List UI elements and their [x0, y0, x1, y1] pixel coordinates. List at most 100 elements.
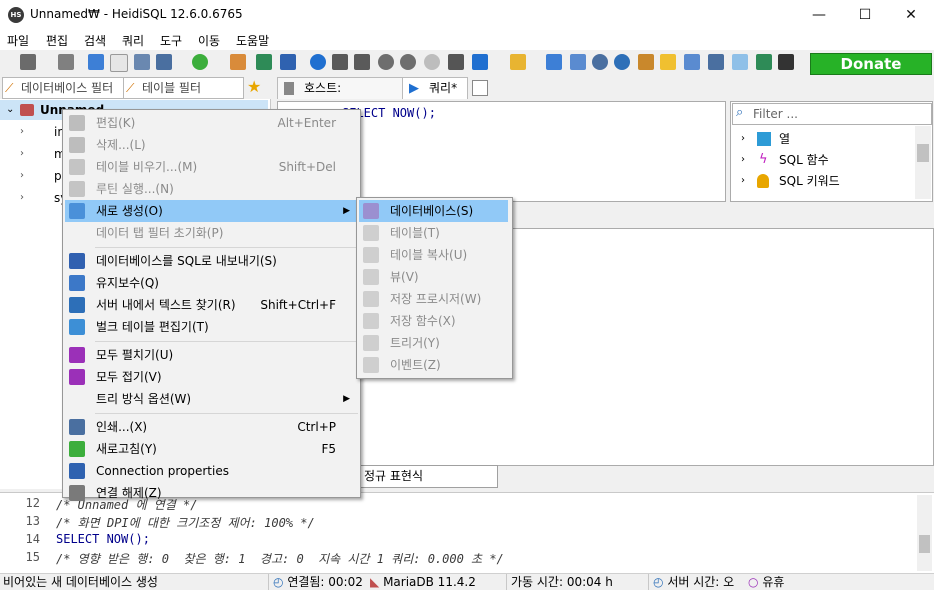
print-toolbar-icon[interactable] [156, 54, 172, 70]
menu-separator [95, 413, 358, 414]
help-icon[interactable] [310, 54, 326, 70]
import-icon[interactable] [256, 54, 272, 70]
menu-file[interactable]: 파일 [7, 32, 29, 49]
chevron-right-icon: › [20, 148, 24, 159]
explain-icon[interactable] [756, 54, 772, 70]
warning-icon[interactable] [660, 54, 676, 70]
context-menu-item[interactable]: 인쇄...(X) Ctrl+P [65, 416, 356, 438]
submenu-item[interactable]: 저장 함수(X) [359, 310, 508, 332]
table-filter-input[interactable]: ⟋ 테이블 필터 [123, 77, 244, 99]
context-menu-item[interactable]: 새로 생성(O) ▶ [65, 200, 356, 222]
menu-item-label: 새로고침(Y) [96, 442, 157, 456]
post-icon[interactable] [424, 54, 440, 70]
host-icon [284, 82, 294, 95]
menu-edit[interactable]: 편집 [46, 32, 68, 49]
context-menu-item[interactable]: 테이블 비우기...(M) Shift+Del [65, 156, 356, 178]
menu-query[interactable]: 쿼리 [122, 32, 144, 49]
tab-host[interactable]: 호스트: 127.0.0.1 [277, 77, 403, 116]
export-icon[interactable] [280, 54, 296, 70]
open-folder-icon[interactable] [510, 54, 526, 70]
undo-icon[interactable] [134, 54, 150, 70]
context-menu-item[interactable]: 모두 접기(V) [65, 366, 356, 388]
submenu-item-label: 저장 프로시저(W) [390, 292, 482, 306]
tab-query[interactable]: ▶ 쿼리* [402, 77, 468, 99]
log-line: SELECT NOW(); [56, 532, 150, 546]
disconnect-toolbar-icon[interactable] [58, 54, 74, 70]
cancel-icon[interactable] [448, 54, 464, 70]
delete-row-icon[interactable] [400, 54, 416, 70]
binary-icon[interactable] [684, 54, 700, 70]
scrollbar-thumb[interactable] [917, 144, 929, 162]
play-icon: ▶ [409, 81, 419, 96]
submenu-item[interactable]: 테이블(T) [359, 222, 508, 244]
log-scrollbar[interactable] [917, 495, 932, 571]
submenu-item[interactable]: 뷰(V) [359, 266, 508, 288]
helpers-filter-input[interactable]: ⌕ Filter ... [732, 103, 932, 125]
status-hint: 비어있는 새 데이터베이스 생성 [3, 575, 158, 589]
context-menu-item[interactable]: 트리 방식 옵션(W) ▶ [65, 388, 356, 410]
context-menu-item[interactable]: 데이터베이스를 SQL로 내보내기(S) [65, 250, 356, 272]
maximize-button[interactable]: ☐ [842, 0, 888, 30]
submenu-item[interactable]: 데이터베이스(S) [359, 200, 508, 222]
user-manager-icon[interactable] [230, 54, 246, 70]
menu-item-label: 루틴 실행...(N) [96, 182, 174, 196]
context-menu-item[interactable]: 벌크 테이블 편집기(T) [65, 316, 356, 338]
context-menu-item[interactable]: 데이터 탭 필터 초기화(P) [65, 222, 356, 244]
menu-item-shortcut: Shift+Del [278, 160, 336, 174]
last-icon[interactable] [354, 54, 370, 70]
replace-icon[interactable] [614, 54, 630, 70]
menu-help[interactable]: 도움말 [236, 32, 269, 49]
context-menu-item[interactable]: 모두 펼치기(U) [65, 344, 356, 366]
status-uptime: 가동 시간: 00:04 h [506, 574, 613, 590]
submenu-item[interactable]: 저장 프로시저(W) [359, 288, 508, 310]
context-menu-item[interactable]: 새로고침(Y) F5 [65, 438, 356, 460]
wrap-icon[interactable] [708, 54, 724, 70]
tree-context-menu: 편집(K) Alt+Enter 삭제...(L) 테이블 비우기...(M) Shift… [62, 109, 361, 501]
status-server-time: ◴ 서버 시간: 오 [648, 574, 734, 590]
minimize-button[interactable]: — [796, 0, 842, 30]
favorites-star-icon[interactable]: ★ [247, 77, 261, 96]
copy-table-icon [363, 247, 379, 263]
context-menu-item[interactable]: Connection properties [65, 460, 356, 482]
context-menu-item[interactable]: 연결 해제(Z) [65, 482, 356, 504]
sql-log-panel[interactable]: 12 /* Unnamed 에 연결 */ 13 /* 화면 DPI에 대한 크… [0, 492, 934, 573]
menu-tools[interactable]: 도구 [160, 32, 182, 49]
menu-item-shortcut: Ctrl+P [297, 420, 336, 434]
context-menu-item[interactable]: 삭제...(L) [65, 134, 356, 156]
scrollbar-thumb[interactable] [919, 535, 930, 553]
refresh-toolbar-icon[interactable] [192, 54, 208, 70]
menu-item-label: 모두 펼치기(U) [96, 348, 174, 362]
submenu-item[interactable]: 이벤트(Z) [359, 354, 508, 376]
context-menu-item[interactable]: 루틴 실행...(N) [65, 178, 356, 200]
collapse-all-icon [69, 369, 85, 385]
menu-go[interactable]: 이동 [198, 32, 220, 49]
log-line: /* 영향 받은 행: 0 찾은 행: 1 경고: 0 지속 시간 1 쿼리: … [56, 552, 504, 566]
find-icon[interactable] [592, 54, 608, 70]
regex-filter-input[interactable]: 정규 표현식 [357, 465, 498, 488]
close-tab-icon[interactable] [778, 54, 794, 70]
submenu-item[interactable]: 트리거(Y) [359, 332, 508, 354]
close-button[interactable]: ✕ [888, 0, 934, 30]
donate-button[interactable]: Donate [810, 53, 932, 75]
submenu-item-label: 데이터베이스(S) [390, 204, 474, 218]
database-filter-input[interactable]: ⟋ 데이터베이스 필터 [2, 77, 124, 99]
copy-icon[interactable] [88, 54, 104, 70]
new-query-tab-icon[interactable] [472, 80, 488, 96]
paste-icon[interactable] [110, 54, 128, 72]
submenu-item[interactable]: 테이블 복사(U) [359, 244, 508, 266]
menu-search[interactable]: 검색 [84, 32, 106, 49]
autocomplete-icon[interactable] [732, 54, 748, 70]
first-icon[interactable] [332, 54, 348, 70]
save-icon[interactable] [546, 54, 562, 70]
insert-row-icon[interactable] [378, 54, 394, 70]
helpers-scrollbar[interactable] [915, 126, 931, 199]
format-icon[interactable] [638, 54, 654, 70]
save-as-icon[interactable] [570, 54, 586, 70]
context-menu-item[interactable]: 서버 내에서 텍스트 찾기(R) Shift+Ctrl+F [65, 294, 356, 316]
context-menu-item[interactable]: 유지보수(Q) [65, 272, 356, 294]
lightning-icon: ϟ [759, 152, 768, 167]
context-menu-item[interactable]: 편집(K) Alt+Enter [65, 112, 356, 134]
run-icon[interactable] [472, 54, 488, 70]
view-icon [363, 269, 379, 285]
connect-icon[interactable] [20, 54, 36, 70]
